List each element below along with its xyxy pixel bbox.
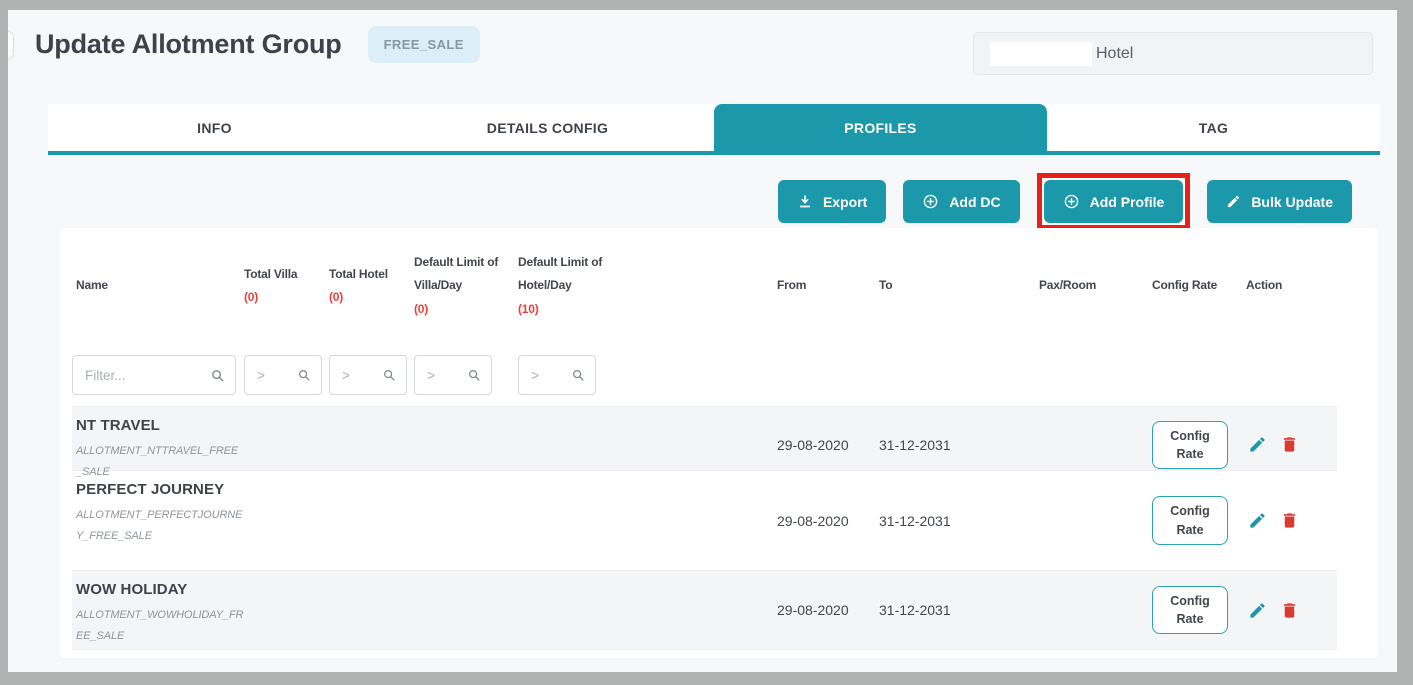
page-header: Update Allotment Group FREE_SALE xyxy=(35,26,480,63)
limit-hotel-filter[interactable] xyxy=(518,355,596,395)
row-actions xyxy=(1246,571,1337,649)
edit-button[interactable] xyxy=(1248,435,1267,454)
config-rate-button[interactable]: Config Rate xyxy=(1152,420,1228,470)
pencil-icon xyxy=(1228,195,1240,208)
bulk-update-label: Bulk Update xyxy=(1251,193,1333,210)
limit-hotel-filter-input[interactable] xyxy=(531,367,571,383)
tab-profiles[interactable]: PROFILES xyxy=(714,104,1047,151)
delete-button[interactable] xyxy=(1280,435,1299,454)
column-header-config-rate: Config Rate xyxy=(1152,278,1218,293)
circle-plus-icon xyxy=(924,194,938,209)
name-filter-input[interactable] xyxy=(85,367,210,383)
limit-villa-filter-input[interactable] xyxy=(427,367,467,383)
column-header-from: From xyxy=(777,278,807,293)
trash-icon xyxy=(1283,602,1296,618)
profile-name: PERFECT JOURNEY xyxy=(76,481,225,498)
column-header-default-limit-hotel: Default Limit of Hotel/Day (10) xyxy=(518,254,603,316)
profile-code: ALLOTMENT_WOWHOLIDAY_FREE_SALE xyxy=(76,609,244,642)
search-icon xyxy=(468,369,480,381)
column-header-default-limit-villa: Default Limit of Villa/Day (0) xyxy=(414,254,499,316)
search-icon xyxy=(212,369,224,381)
redacted-hotel-name xyxy=(990,41,1092,66)
toolbar: Export Add DC Add Profile Bulk Update xyxy=(777,173,1352,230)
pencil-icon xyxy=(1250,602,1265,618)
hotel-label: Hotel xyxy=(1096,44,1134,62)
column-header-total-villa: Total Villa (0) xyxy=(244,266,298,304)
search-icon xyxy=(298,369,310,381)
app-screen: Update Allotment Group FREE_SALE Hotel I… xyxy=(8,10,1397,672)
bulk-update-button[interactable]: Bulk Update xyxy=(1207,180,1352,223)
download-icon xyxy=(799,194,810,207)
from-date: 29-08-2020 xyxy=(777,602,849,618)
tab-bar: INFO DETAILS CONFIG PROFILES TAG xyxy=(48,104,1380,155)
page-title: Update Allotment Group xyxy=(35,29,342,59)
column-header-pax-room: Pax/Room xyxy=(1039,278,1097,293)
free-sale-badge: FREE_SALE xyxy=(367,26,480,63)
tab-info[interactable]: INFO xyxy=(48,104,381,151)
edit-button[interactable] xyxy=(1248,511,1267,530)
profile-name-cell: WOW HOLIDAY ALLOTMENT_WOWHOLIDAY_FREE_SA… xyxy=(72,571,244,649)
name-filter[interactable] xyxy=(72,355,236,395)
tab-details-config[interactable]: DETAILS CONFIG xyxy=(381,104,714,151)
config-rate-button[interactable]: Config Rate xyxy=(1152,496,1228,545)
profile-name: WOW HOLIDAY xyxy=(76,581,188,598)
profile-name: NT TRAVEL xyxy=(76,417,160,434)
limit-villa-filter[interactable] xyxy=(414,355,492,395)
table-filter-row xyxy=(72,344,1337,406)
from-date: 29-08-2020 xyxy=(777,512,849,529)
add-profile-button[interactable]: Add Profile xyxy=(1043,180,1184,223)
column-header-action: Action xyxy=(1246,278,1283,293)
add-profile-label: Add Profile xyxy=(1089,193,1165,210)
trash-icon xyxy=(1283,437,1296,453)
trash-icon xyxy=(1283,513,1296,528)
config-rate-button[interactable]: Config Rate xyxy=(1152,585,1228,635)
tab-tag[interactable]: TAG xyxy=(1047,104,1380,151)
window-frame: Update Allotment Group FREE_SALE Hotel I… xyxy=(0,0,1413,685)
column-header-to: To xyxy=(879,278,893,293)
add-dc-button[interactable]: Add DC xyxy=(903,180,1020,223)
total-villa-filter-input[interactable] xyxy=(257,367,297,383)
search-icon xyxy=(572,369,584,381)
table-row: PERFECT JOURNEY ALLOTMENT_PERFECTJOURNEY… xyxy=(72,470,1337,570)
profiles-table-card: Name Total Villa (0) Total Hotel (0) Def… xyxy=(60,228,1378,658)
column-header-total-hotel: Total Hotel (0) xyxy=(329,266,388,304)
export-label: Export xyxy=(822,193,868,210)
pencil-icon xyxy=(1250,437,1265,453)
pax-room-value xyxy=(1039,471,1152,570)
row-actions xyxy=(1246,471,1337,570)
total-villa-filter[interactable] xyxy=(244,355,322,395)
table-row: NT TRAVEL ALLOTMENT_NTTRAVEL_FREE_SALE 2… xyxy=(72,406,1337,478)
profile-name-cell: PERFECT JOURNEY ALLOTMENT_PERFECTJOURNEY… xyxy=(72,471,244,570)
to-date: 31-12-2031 xyxy=(879,602,951,618)
table-row: WOW HOLIDAY ALLOTMENT_WOWHOLIDAY_FREE_SA… xyxy=(72,570,1337,650)
table-header-row: Name Total Villa (0) Total Hotel (0) Def… xyxy=(72,228,1337,344)
total-hotel-filter-input[interactable] xyxy=(342,367,382,383)
export-button[interactable]: Export xyxy=(777,180,887,223)
search-icon xyxy=(383,369,395,381)
profile-code: ALLOTMENT_PERFECTJOURNEY_FREE_SALE xyxy=(76,509,243,542)
highlight-annotation: Add Profile xyxy=(1036,173,1191,230)
delete-button[interactable] xyxy=(1280,511,1299,530)
add-dc-label: Add DC xyxy=(949,193,1001,210)
to-date: 31-12-2031 xyxy=(879,512,951,529)
collapsed-panel-handle[interactable] xyxy=(8,30,14,60)
pencil-icon xyxy=(1250,513,1265,528)
total-hotel-filter[interactable] xyxy=(329,355,407,395)
edit-button[interactable] xyxy=(1248,601,1267,620)
hotel-field: Hotel xyxy=(973,32,1373,75)
circle-plus-icon xyxy=(1064,194,1078,209)
delete-button[interactable] xyxy=(1280,601,1299,620)
pax-room-value xyxy=(1039,571,1152,649)
column-header-name: Name xyxy=(76,278,108,293)
